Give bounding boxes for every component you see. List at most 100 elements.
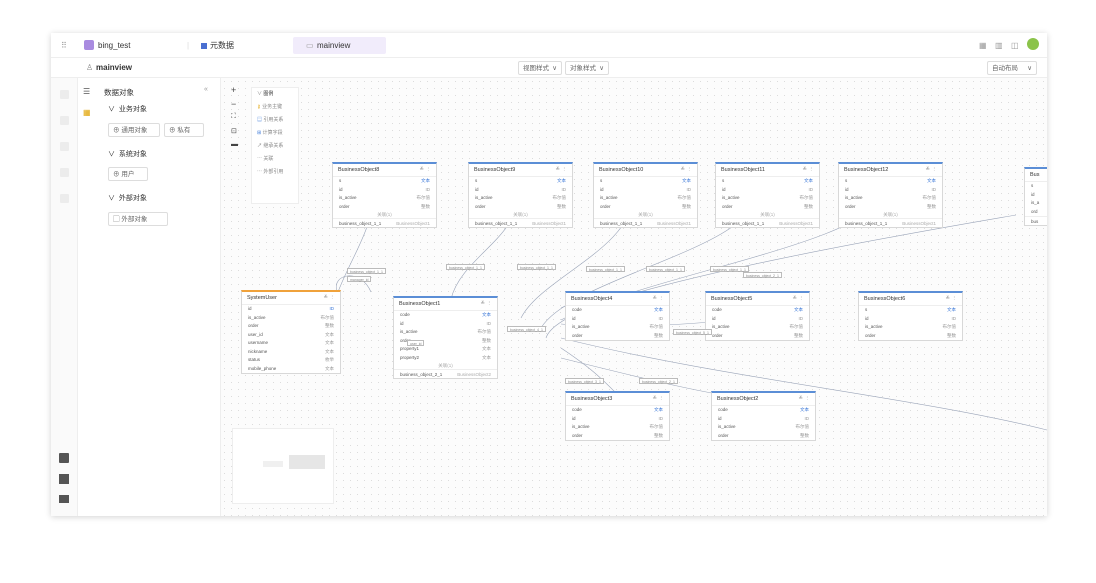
field-row[interactable]: is_active 布尔值 [594,194,697,203]
user-object-item[interactable]: ⊕ 用户 [108,167,148,181]
field-row[interactable]: code 文本 [394,311,497,320]
object-list-icon[interactable]: ☰ [83,87,90,96]
avatar[interactable] [1027,38,1039,50]
folder-icon[interactable] [59,495,69,503]
edge-label[interactable]: business_object_4_1 [507,326,546,332]
edge-label[interactable]: business_object_1_1 [517,264,556,270]
edge-label[interactable]: manager_id [347,276,372,282]
tab-metadata[interactable]: 元数据 [210,39,234,53]
rail-item[interactable] [60,90,69,99]
field-row[interactable]: s 文本 [469,177,572,186]
field-row[interactable]: is_a [1025,199,1047,208]
field-row[interactable]: is_active 布尔值 [712,423,815,432]
rail-item[interactable] [60,116,69,125]
panel-icon[interactable] [59,474,69,484]
field-row[interactable]: id ID [242,305,340,314]
edge-label[interactable]: business_object_1_1 [446,264,485,270]
field-row[interactable]: id ID [566,415,669,424]
field-row[interactable]: code 文本 [712,406,815,415]
rail-item[interactable] [60,142,69,151]
diagram-canvas[interactable]: BusinessObject8 ≚ ⋮ s 文本 id ID is_active 布尔值 ord… [221,78,1047,516]
project-name[interactable]: bing_test [98,39,130,53]
card-menu-icon[interactable]: ≚ ⋮ [419,164,431,177]
field-row[interactable]: id ID [594,186,697,195]
collapse-icon[interactable]: « [204,86,208,93]
external-object-item[interactable]: ▢ 外部对象 [108,212,168,226]
object-card[interactable]: SystemUser ≚ ⋮ id ID is_active 布尔值 order 整数 user… [241,290,341,374]
zoom-out-icon[interactable]: − [231,99,236,109]
minimap[interactable] [232,428,334,504]
edge-label[interactable]: business_object_1_1 [586,266,625,272]
settings-icon[interactable]: ▦ [979,39,987,53]
lock-icon[interactable]: ▬ [231,141,238,148]
field-row[interactable]: id ID [712,415,815,424]
field-row[interactable]: code 文本 [566,306,669,315]
card-menu-icon[interactable]: ≚ ⋮ [802,164,814,177]
edge-label[interactable]: user_id [407,340,425,346]
field-row[interactable]: order 整数 [716,203,819,212]
field-row[interactable]: s 文本 [716,177,819,186]
field-row[interactable]: code 文本 [706,306,809,315]
field-row[interactable]: id ID [469,186,572,195]
field-row[interactable]: is_active 布尔值 [706,323,809,332]
field-row[interactable]: id [1025,191,1047,200]
card-menu-icon[interactable]: ≚ ⋮ [652,293,664,306]
relation-row[interactable]: business_object_2_1 BusinessObject2 [394,369,497,378]
object-card[interactable]: BusinessObject9 ≚ ⋮ s 文本 id ID is_active 布尔值 ord… [468,162,573,228]
field-row[interactable]: property2 文本 [394,354,497,363]
card-menu-icon[interactable]: ≚ ⋮ [925,164,937,177]
field-row[interactable]: is_active 布尔值 [469,194,572,203]
edge-label[interactable]: business_object_2_1 [639,378,678,384]
field-row[interactable]: code 文本 [566,406,669,415]
minimap-viewport[interactable] [289,455,325,469]
layout-icon[interactable]: ▥ [995,39,1003,53]
field-row[interactable]: s 文本 [333,177,436,186]
relation-row[interactable]: bus [1025,216,1047,225]
field-row[interactable]: s 文本 [594,177,697,186]
field-row[interactable]: id ID [859,315,962,324]
object-card[interactable]: BusinessObject6 ≚ ⋮ s 文本 id ID is_active 布尔值 ord… [858,291,963,341]
fit-view-icon[interactable]: ⛶ [231,113,236,121]
field-row[interactable]: order 整数 [594,203,697,212]
zoom-in-icon[interactable]: + [231,85,236,95]
add-icon[interactable] [59,453,69,463]
object-card[interactable]: Bus≚ ⋮s id is_aord bus [1024,167,1047,226]
export-icon[interactable]: ⊡ [231,127,237,135]
group-business-objects[interactable]: ∨ 业务对象 [108,104,147,114]
edge-label[interactable]: business_object_1_1 [646,266,685,272]
field-row[interactable]: id ID [716,186,819,195]
object-card[interactable]: BusinessObject4 ≚ ⋮ code 文本 id ID is_active 布尔值… [565,291,670,341]
rail-item[interactable] [60,168,69,177]
object-card[interactable]: BusinessObject8 ≚ ⋮ s 文本 id ID is_active 布尔值 ord… [332,162,437,228]
field-row[interactable]: order 整数 [469,203,572,212]
legend-title[interactable]: ∨ 图例 [252,88,298,101]
object-card[interactable]: BusinessObject5 ≚ ⋮ code 文本 id ID is_active 布尔值… [705,291,810,341]
field-row[interactable]: id ID [566,315,669,324]
field-row[interactable]: is_active 布尔值 [566,423,669,432]
card-menu-icon[interactable]: ≚ ⋮ [555,164,567,177]
card-menu-icon[interactable]: ≚ ⋮ [480,298,492,311]
field-row[interactable]: user_id 文本 [242,331,340,340]
card-menu-icon[interactable]: ≚ ⋮ [792,293,804,306]
object-card[interactable]: BusinessObject2 ≚ ⋮ code 文本 id ID is_active 布尔值… [711,391,816,441]
field-row[interactable]: is_active 布尔值 [716,194,819,203]
common-object-button[interactable]: ⊕ 通用对象 [108,123,160,137]
private-object-button[interactable]: ⊕ 私有 [164,123,204,137]
field-row[interactable]: is_active 布尔值 [566,323,669,332]
window-icon[interactable]: ◫ [1011,39,1019,53]
card-menu-icon[interactable]: ≚ ⋮ [798,393,810,406]
field-row[interactable]: order 整数 [333,203,436,212]
field-row[interactable]: s 文本 [839,177,942,186]
relation-row[interactable]: business_object_1_1 BusinessObject1 [716,218,819,227]
object-card[interactable]: BusinessObject12 ≚ ⋮ s 文本 id ID is_active 布尔值 or… [838,162,943,228]
object-card[interactable]: BusinessObject10 ≚ ⋮ s 文本 id ID is_active 布尔值 or… [593,162,698,228]
relation-row[interactable]: business_object_1_1 BusinessObject1 [594,218,697,227]
rail-item[interactable] [60,194,69,203]
field-row[interactable]: id ID [706,315,809,324]
field-row[interactable]: username 文本 [242,339,340,348]
edge-label[interactable]: business_object_5_1 [673,329,712,335]
view-style-select[interactable]: 视图样式 ∨ [518,61,562,75]
field-row[interactable]: is_active 布尔值 [394,328,497,337]
field-row[interactable]: id ID [394,320,497,329]
field-row[interactable]: order 整数 [242,322,340,331]
